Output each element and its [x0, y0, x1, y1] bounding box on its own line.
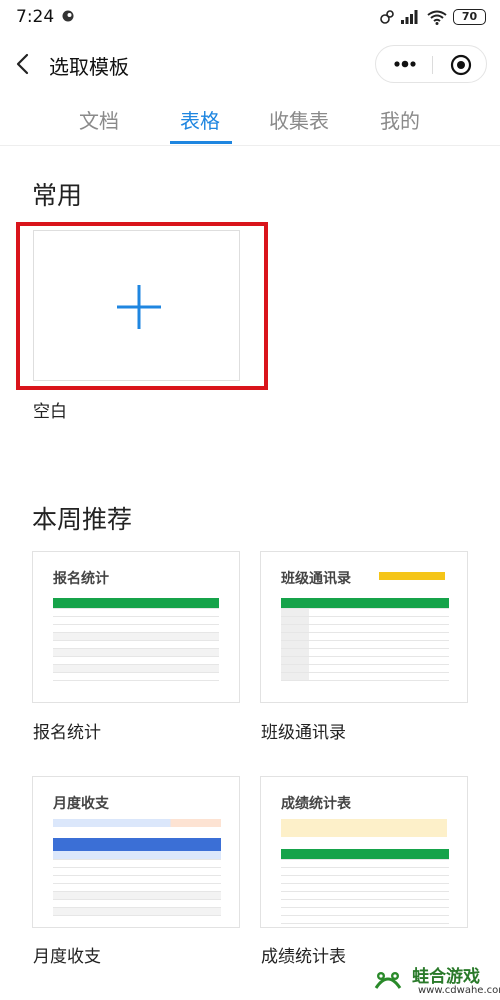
- tab-sheets[interactable]: 表格: [180, 105, 220, 134]
- tab-docs[interactable]: 文档: [79, 105, 119, 134]
- template-thumb-info: [281, 819, 447, 837]
- template-thumb-title: 班级通讯录: [281, 571, 351, 587]
- status-indicators: 70: [379, 8, 486, 26]
- active-tab-indicator: [170, 141, 232, 144]
- link-icon: [380, 10, 394, 24]
- signal-icon: [401, 10, 418, 24]
- template-card-registration[interactable]: 报名统计: [32, 551, 240, 703]
- template-card-grade-stats[interactable]: 成绩统计表: [260, 776, 468, 928]
- blank-template-label: 空白: [33, 402, 67, 422]
- template-card-monthly-budget[interactable]: 月度收支: [32, 776, 240, 928]
- section-title-common: 常用: [32, 181, 83, 210]
- template-thumb-table: [281, 598, 449, 681]
- watermark: 蛙合游戏 www.cdwahe.com: [370, 962, 500, 1000]
- nav-header: 选取模板: [0, 40, 500, 90]
- watermark-name: 蛙合游戏: [412, 967, 480, 987]
- more-icon[interactable]: [390, 54, 420, 74]
- back-arrow-icon[interactable]: [12, 52, 36, 76]
- template-thumb-summary: [53, 819, 221, 827]
- template-label-monthly-budget: 月度收支: [33, 947, 101, 967]
- mini-program-capsule: [375, 45, 487, 83]
- tab-forms[interactable]: 收集表: [269, 105, 329, 134]
- tab-mine[interactable]: 我的: [380, 105, 420, 134]
- highlight-annotation: [16, 222, 268, 390]
- template-card-class-contacts[interactable]: 班级通讯录: [260, 551, 468, 703]
- template-thumb-table: [53, 851, 221, 916]
- notification-icon: [62, 10, 74, 22]
- template-thumb-note: [379, 572, 445, 580]
- frog-logo-icon: [372, 964, 404, 996]
- template-thumb-title: 月度收支: [53, 796, 109, 812]
- template-thumb-table: [281, 849, 449, 924]
- close-miniprogram-icon[interactable]: [450, 54, 472, 76]
- template-label-class-contacts: 班级通讯录: [261, 723, 346, 743]
- template-thumb-table: [53, 598, 219, 681]
- battery-indicator: 70: [453, 9, 486, 25]
- wifi-icon: [427, 10, 447, 25]
- template-thumb-title: 报名统计: [53, 571, 109, 587]
- category-tabs: 文档 表格 收集表 我的: [0, 100, 500, 146]
- status-time: 7:24: [16, 7, 55, 27]
- status-bar: 7:24 70: [0, 0, 500, 36]
- template-thumb-banner: [53, 838, 221, 851]
- section-title-weekly: 本周推荐: [32, 505, 133, 534]
- template-thumb-title: 成绩统计表: [281, 796, 351, 812]
- template-label-registration: 报名统计: [33, 723, 101, 743]
- page-title: 选取模板: [49, 55, 129, 79]
- template-picker-page: 7:24 70 选取模板 文档 表格 收集表 我的 常用 空白 本周推荐 报名统…: [0, 0, 500, 1000]
- template-label-grade-stats: 成绩统计表: [261, 947, 346, 967]
- watermark-url: www.cdwahe.com: [418, 985, 500, 996]
- capsule-divider: [432, 56, 433, 74]
